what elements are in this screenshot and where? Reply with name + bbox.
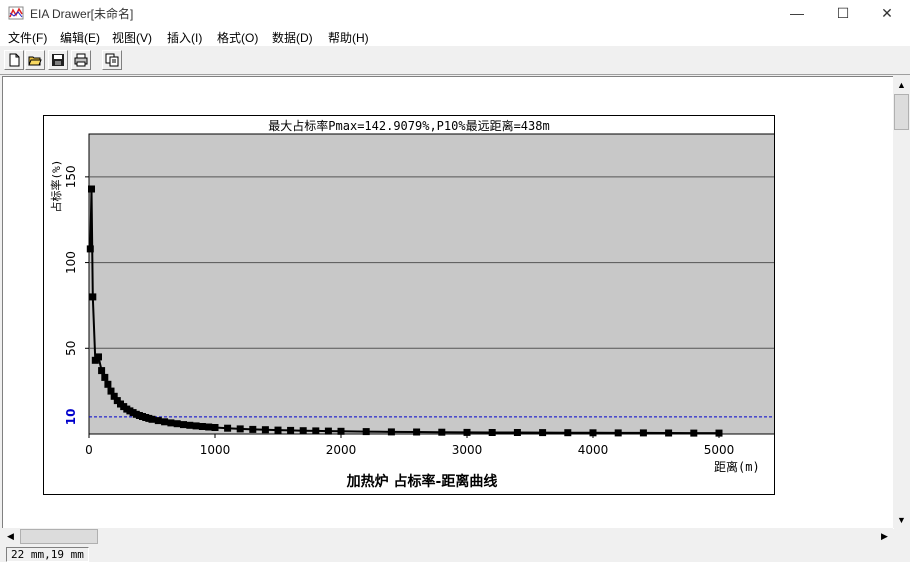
y-tick-label-150: 150 — [64, 165, 78, 188]
horizontal-scroll-thumb[interactable] — [20, 529, 98, 544]
open-folder-icon — [28, 56, 42, 66]
chart-title: 最大占标率Pmax=142.9079%,P10%最远距离=438m — [268, 118, 549, 133]
data-point-48 — [513, 429, 521, 436]
data-point-7 — [104, 380, 112, 388]
x-tick-label-1000: 1000 — [200, 443, 231, 457]
menu-file[interactable]: 文件(F) — [8, 29, 47, 46]
print-icon — [74, 53, 88, 67]
scroll-right-icon[interactable]: ▶ — [876, 528, 893, 545]
horizontal-scrollbar[interactable]: ◀ ▶ — [2, 528, 893, 545]
vertical-scroll-thumb[interactable] — [894, 94, 909, 130]
x-tick-label-5000: 5000 — [704, 443, 735, 457]
y-tick-label-100: 100 — [64, 251, 78, 274]
minimize-button[interactable]: — — [774, 0, 820, 26]
data-point-22 — [154, 417, 162, 425]
open-button[interactable] — [25, 50, 45, 70]
save-disk-icon — [52, 54, 64, 66]
data-point-31 — [211, 424, 219, 431]
new-file-icon — [9, 53, 20, 67]
copy-button[interactable] — [102, 50, 122, 70]
print-button[interactable] — [71, 50, 91, 70]
x-tick-label-0: 0 — [85, 443, 93, 457]
data-point-23 — [161, 418, 169, 426]
menu-data[interactable]: 数据(D) — [272, 29, 313, 46]
scroll-up-icon[interactable]: ▲ — [893, 76, 910, 93]
data-point-35 — [261, 426, 269, 434]
x-tick-label-3000: 3000 — [452, 443, 483, 457]
maximize-button[interactable]: ☐ — [820, 0, 866, 26]
scroll-left-icon[interactable]: ◀ — [2, 528, 19, 545]
data-point-32 — [224, 424, 232, 432]
y-tick-label-50: 50 — [64, 341, 78, 356]
close-button[interactable]: ✕ — [864, 0, 910, 26]
data-point-53 — [639, 429, 647, 437]
data-point-38 — [299, 427, 307, 435]
maximize-icon: ☐ — [836, 4, 850, 21]
data-point-28 — [192, 422, 200, 430]
scroll-down-icon[interactable]: ▼ — [893, 511, 910, 528]
data-point-39 — [312, 427, 320, 435]
data-point-33 — [236, 425, 244, 433]
data-point-36 — [274, 426, 282, 434]
data-point-43 — [387, 428, 395, 436]
window-title: EIA Drawer[未命名] — [30, 7, 134, 21]
threshold-label: 10 — [64, 409, 78, 426]
chart-page: 最大占标率Pmax=142.9079%,P10%最远距离=438m 0 1000 2… — [43, 115, 775, 495]
data-point-27 — [186, 421, 194, 429]
y-axis-label: 占标率(%) — [49, 160, 63, 213]
data-point-34 — [249, 425, 257, 433]
data-point-41 — [337, 427, 345, 435]
x-axis-label: 距离(m) — [714, 459, 760, 474]
data-point-25 — [173, 420, 181, 428]
menu-format[interactable]: 格式(O) — [217, 29, 258, 46]
data-point-42 — [362, 428, 370, 436]
title-bar: EIA Drawer[未命名] — ☐ ✕ — [0, 0, 910, 26]
data-point-24 — [167, 419, 175, 427]
menu-view[interactable]: 视图(V) — [112, 29, 152, 46]
x-axis-ticks: 0 1000 2000 3000 4000 5000 — [85, 434, 734, 457]
copy-icon — [105, 53, 119, 67]
data-point-49 — [539, 429, 547, 437]
data-point-55 — [690, 429, 698, 437]
menu-help[interactable]: 帮助(H) — [328, 29, 369, 46]
close-icon: ✕ — [881, 4, 893, 21]
data-point-40 — [324, 427, 332, 435]
data-point-26 — [180, 421, 187, 429]
toolbar — [0, 46, 910, 75]
chart: 最大占标率Pmax=142.9079%,P10%最远距离=438m 0 1000 2… — [49, 118, 774, 490]
data-point-0 — [86, 245, 94, 253]
menu-insert[interactable]: 插入(I) — [167, 29, 202, 46]
data-point-29 — [198, 423, 206, 430]
data-point-47 — [488, 429, 496, 436]
data-point-1 — [88, 185, 95, 193]
data-point-2 — [89, 293, 97, 301]
document-canvas[interactable]: 最大占标率Pmax=142.9079%,P10%最远距离=438m 0 1000 2… — [2, 76, 894, 529]
chart-caption: 加热炉 占标率-距离曲线 — [346, 473, 498, 490]
x-tick-label-4000: 4000 — [578, 443, 609, 457]
vertical-scrollbar[interactable]: ▲ ▼ — [893, 76, 910, 528]
menu-edit[interactable]: 编辑(E) — [60, 29, 100, 46]
plot-area — [88, 133, 774, 435]
data-point-21 — [148, 415, 156, 423]
x-tick-label-2000: 2000 — [326, 443, 357, 457]
data-point-5 — [98, 367, 106, 375]
data-point-37 — [287, 426, 295, 434]
menu-bar: 文件(F) 编辑(E) 视图(V) 插入(I) 格式(O) 数据(D) 帮助(H… — [0, 26, 910, 46]
data-point-50 — [564, 429, 572, 437]
status-bar: 22 mm,19 mm — [0, 545, 910, 562]
y-axis-ticks: 50 100 150 — [64, 165, 89, 356]
data-point-44 — [413, 428, 421, 436]
data-point-4 — [95, 353, 102, 361]
data-point-54 — [665, 429, 673, 437]
data-point-45 — [438, 428, 446, 436]
save-button[interactable] — [48, 50, 68, 70]
new-file-button[interactable] — [4, 50, 24, 70]
data-point-30 — [205, 423, 213, 431]
minimize-icon: — — [790, 5, 804, 21]
data-point-52 — [614, 429, 622, 437]
app-icon — [8, 6, 24, 20]
data-point-6 — [101, 373, 109, 381]
